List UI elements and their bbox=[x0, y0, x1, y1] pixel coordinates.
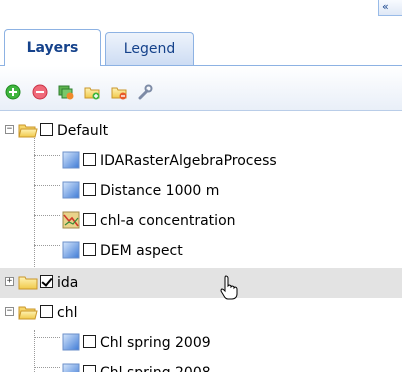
collapse-panel-button[interactable]: « bbox=[378, 0, 402, 16]
collapse-toggle[interactable]: − bbox=[5, 307, 14, 316]
tree-node-chl-group[interactable]: − chl bbox=[0, 298, 402, 328]
layer-label: Chl spring 2008 bbox=[100, 364, 211, 372]
layer-checkbox[interactable] bbox=[83, 243, 96, 256]
layer-checkbox[interactable] bbox=[40, 275, 53, 288]
raster-layer-icon bbox=[62, 181, 80, 199]
layer-label: Chl spring 2009 bbox=[100, 335, 211, 351]
tree-node-default-group[interactable]: − Default bbox=[0, 116, 402, 146]
layer-checkbox[interactable] bbox=[40, 305, 53, 318]
remove-layer-icon[interactable] bbox=[32, 84, 48, 100]
tree-node-ida-group[interactable]: + ida bbox=[0, 268, 402, 298]
layer-label: Distance 1000 m bbox=[100, 183, 220, 199]
group-label: Default bbox=[57, 123, 109, 139]
tree-node-layer[interactable]: Chl spring 2009 bbox=[0, 328, 402, 358]
add-group-icon[interactable] bbox=[58, 84, 74, 100]
remove-folder-icon[interactable] bbox=[111, 84, 127, 100]
layer-checkbox[interactable] bbox=[83, 335, 96, 348]
hand-cursor-icon bbox=[220, 275, 238, 300]
layer-checkbox[interactable] bbox=[40, 123, 53, 136]
layer-tree: − Default IDARasterAlgebraProcess Distan… bbox=[0, 111, 402, 372]
raster-layer-icon bbox=[62, 363, 80, 372]
group-label: chl bbox=[57, 305, 78, 321]
layer-label: chl-a concentration bbox=[100, 213, 236, 229]
tab-legend[interactable]: Legend bbox=[105, 32, 194, 66]
collapse-toggle[interactable]: − bbox=[5, 125, 14, 134]
layer-toolbar bbox=[0, 66, 402, 111]
layer-checkbox[interactable] bbox=[83, 365, 96, 372]
folder-open-icon bbox=[18, 124, 38, 138]
add-folder-icon[interactable] bbox=[84, 84, 100, 100]
folder-open-icon bbox=[18, 306, 38, 320]
group-label: ida bbox=[57, 275, 79, 291]
layer-label: DEM aspect bbox=[100, 243, 183, 259]
raster-layer-icon bbox=[62, 333, 80, 351]
tree-node-layer[interactable]: IDARasterAlgebraProcess bbox=[0, 146, 402, 176]
layer-checkbox[interactable] bbox=[83, 183, 96, 196]
tab-layers[interactable]: Layers bbox=[4, 29, 101, 66]
add-layer-icon[interactable] bbox=[5, 84, 21, 100]
tree-node-layer[interactable]: Distance 1000 m bbox=[0, 176, 402, 206]
layer-checkbox[interactable] bbox=[83, 153, 96, 166]
tree-node-layer[interactable]: chl-a concentration bbox=[0, 206, 402, 236]
expand-toggle[interactable]: + bbox=[5, 277, 14, 286]
tree-node-layer[interactable]: Chl spring 2008 bbox=[0, 358, 402, 372]
tree-node-layer[interactable]: DEM aspect bbox=[0, 236, 402, 266]
raster-layer-icon bbox=[62, 151, 80, 169]
raster-layer-icon bbox=[62, 241, 80, 259]
folder-closed-icon bbox=[18, 276, 38, 290]
settings-wrench-icon[interactable] bbox=[137, 84, 153, 100]
map-layer-icon bbox=[62, 211, 80, 229]
layer-checkbox[interactable] bbox=[83, 213, 96, 226]
layer-label: IDARasterAlgebraProcess bbox=[100, 153, 277, 169]
